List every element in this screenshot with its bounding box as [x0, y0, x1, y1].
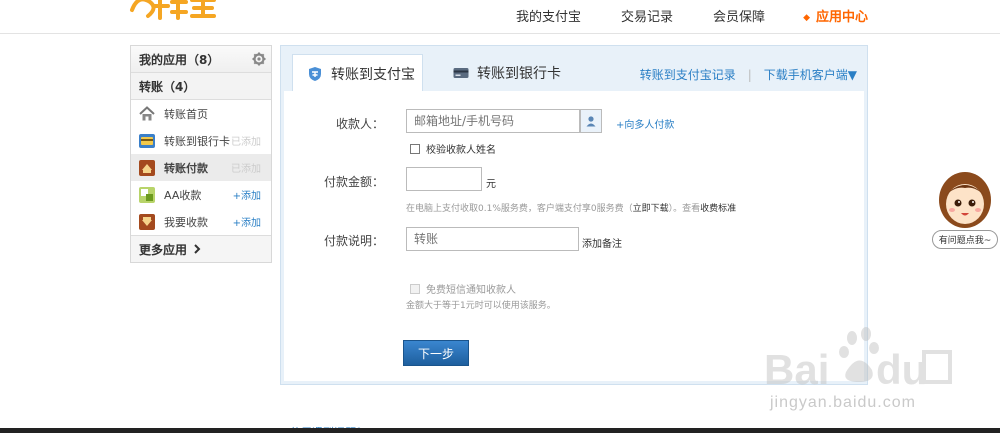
sidebar-item-aa-collect[interactable]: AA收款 +添加: [131, 181, 271, 208]
svg-text:du: du: [876, 346, 927, 393]
user-icon: [586, 116, 596, 127]
nav-my-alipay[interactable]: 我的支付宝: [516, 6, 581, 25]
download-client-link[interactable]: 下载手机客户端▼: [764, 66, 857, 83]
tab-to-bank-card[interactable]: 转账到银行卡: [453, 54, 561, 92]
bank-card-icon: [139, 133, 155, 148]
svg-text:Bai: Bai: [764, 346, 829, 393]
amount-label: 付款金额：: [323, 175, 384, 189]
nav-transactions[interactable]: 交易记录: [621, 6, 673, 25]
tab-label: 转账到银行卡: [477, 66, 561, 82]
verify-name-checkbox[interactable]: 校验收款人姓名: [410, 141, 496, 156]
sidebar-item-label: AA收款: [164, 188, 202, 202]
cartoon-girl-icon: [939, 172, 991, 228]
checkbox-box[interactable]: [410, 143, 420, 154]
tab-to-alipay[interactable]: 转账到支付宝: [292, 54, 423, 92]
multi-pay-link[interactable]: +向多人付款: [616, 116, 674, 131]
home-icon: [139, 105, 155, 120]
fee-note: 在电脑上支付收取0.1%服务费，客户端支付享0服务费（立即下载）。查看收费标准: [406, 201, 736, 214]
remark-label: 付款说明：: [323, 234, 384, 248]
sms-notify-checkbox[interactable]: 免费短信通知收款人: [410, 281, 516, 296]
aa-icon: [139, 186, 155, 203]
sidebar-item-label: 转账首页: [164, 107, 208, 121]
sidebar: 我的应用（8） 转账（4） 转账首页 转账到银行卡 已添加 转账付款 已添加 A…: [130, 45, 272, 263]
tab-bar: 转账到支付宝 转账到银行卡 转账到支付宝记录 | 下载手机客户端▼: [281, 46, 867, 92]
payee-label: 收款人：: [335, 117, 384, 131]
sidebar-my-apps[interactable]: 我的应用（8）: [131, 46, 271, 73]
sidebar-item-label: 转账到银行卡: [164, 134, 230, 148]
amount-unit: 元: [486, 179, 496, 190]
help-widget[interactable]: 有问题点我~: [930, 170, 1000, 250]
nav-membership[interactable]: 会员保障: [713, 6, 765, 25]
add-link[interactable]: +添加: [233, 187, 261, 202]
bottom-bar: [0, 428, 1000, 433]
sidebar-item-transfer-pay[interactable]: 转账付款 已添加: [131, 154, 271, 181]
gear-icon[interactable]: [252, 52, 266, 66]
tab-label: 转账到支付宝: [331, 66, 415, 83]
fee-note-end: ）。查看: [668, 204, 701, 214]
alipay-logo[interactable]: [128, 0, 218, 22]
sidebar-group-transfer[interactable]: 转账（4）: [131, 73, 271, 100]
top-header: 我的支付宝 交易记录 会员保障 应用中心: [0, 0, 1000, 34]
sidebar-item-to-bank-card[interactable]: 转账到银行卡 已添加: [131, 127, 271, 154]
fee-note-text: 在电脑上支付收取0.1%服务费，客户端支付享0服务费（: [406, 204, 633, 214]
tab-links: 转账到支付宝记录 | 下载手机客户端▼: [640, 66, 857, 83]
added-tag: 已添加: [231, 137, 261, 148]
nav-app-center[interactable]: 应用中心: [803, 6, 868, 25]
transfer-record-link[interactable]: 转账到支付宝记录: [640, 66, 736, 83]
verify-name-label: 校验收款人姓名: [426, 145, 496, 156]
next-step-button[interactable]: 下一步: [403, 340, 469, 366]
download-now-link[interactable]: 立即下载: [633, 204, 669, 214]
sidebar-my-apps-label: 我的应用（8）: [139, 52, 220, 67]
sms-notify-label: 免费短信通知收款人: [426, 285, 516, 296]
add-remark-link[interactable]: 添加备注: [582, 235, 622, 250]
chevron-right-icon: [194, 244, 201, 254]
shield-icon: [309, 66, 321, 81]
more-apps-button[interactable]: 更多应用: [131, 235, 271, 262]
sidebar-item-label: 转账付款: [164, 161, 208, 175]
payee-input[interactable]: [406, 109, 580, 133]
checkbox-box[interactable]: [410, 283, 420, 294]
add-link[interactable]: +添加: [233, 214, 261, 229]
sidebar-item-transfer-home[interactable]: 转账首页: [131, 100, 271, 127]
more-apps-label: 更多应用: [139, 242, 188, 257]
amount-input[interactable]: [406, 167, 482, 191]
watermark-url: jingyan.baidu.com: [770, 394, 916, 411]
sms-condition: 金额大于等于1元时可以使用该服务。: [406, 301, 556, 311]
help-bubble[interactable]: 有问题点我~: [932, 230, 998, 249]
divider: |: [747, 67, 752, 82]
main-nav: 我的支付宝 交易记录 会员保障 应用中心: [476, 0, 868, 30]
sidebar-item-label: 我要收款: [164, 215, 208, 229]
remark-input[interactable]: [406, 227, 579, 251]
contacts-button[interactable]: [580, 109, 602, 133]
card-icon: [453, 68, 469, 78]
fee-standard-link[interactable]: 收费标准: [700, 204, 736, 214]
receive-icon: [139, 213, 155, 230]
sidebar-item-receive[interactable]: 我要收款 +添加: [131, 208, 271, 235]
transfer-icon: [139, 159, 155, 176]
added-tag: 已添加: [231, 164, 261, 175]
